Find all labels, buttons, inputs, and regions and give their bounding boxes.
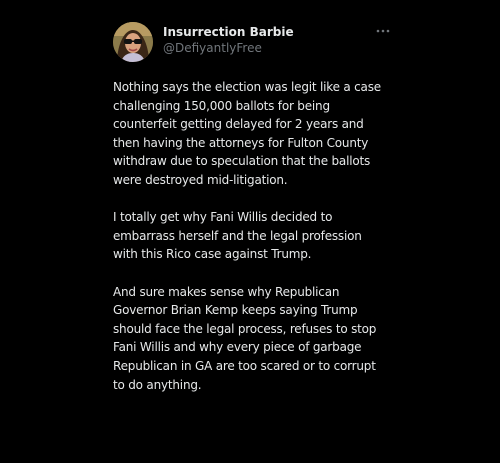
tweet-paragraph: And sure makes sense why Republican Gove… (113, 283, 395, 395)
text-line: Governor Brian Kemp keeps saying Trump (113, 303, 358, 318)
display-name[interactable]: Insurrection Barbie (163, 24, 294, 40)
text-line: withdraw due to speculation that the bal… (113, 154, 371, 169)
text-line: Fani Willis and why every piece of garba… (113, 340, 362, 355)
text-line: Nothing says the election was legit like… (113, 80, 381, 94)
text-line: I totally get why Fani Willis decided to (113, 210, 333, 225)
more-horizontal-icon (376, 29, 390, 33)
tweet-paragraph: I totally get why Fani Willis decided to… (113, 208, 395, 264)
tweet-header: Insurrection Barbie @DefiyantlyFree (113, 22, 395, 62)
more-options-button[interactable] (371, 22, 395, 40)
avatar[interactable] (113, 22, 153, 62)
handle[interactable]: @DefiyantlyFree (163, 40, 294, 56)
avatar-image (113, 22, 153, 62)
text-line: with this Rico case against Trump. (113, 247, 312, 262)
text-line: challenging 150,000 ballots for being (113, 98, 330, 113)
text-line: embarrass herself and the legal professi… (113, 228, 362, 243)
text-line: Republican in GA are too scared or to co… (113, 358, 376, 373)
tweet-paragraph: Nothing says the election was legit like… (113, 78, 395, 190)
author-info: Insurrection Barbie @DefiyantlyFree (163, 24, 294, 56)
tweet-text: Nothing says the election was legit like… (113, 78, 395, 413)
text-line: counterfeit getting delayed for 2 years … (113, 117, 364, 132)
text-line: should face the legal process, refuses t… (113, 321, 377, 336)
text-line: then having the attorneys for Fulton Cou… (113, 135, 369, 150)
text-line: And sure makes sense why Republican (113, 284, 340, 299)
text-line: were destroyed mid-litigation. (113, 172, 288, 187)
text-line: to do anything. (113, 377, 202, 392)
tweet-card[interactable]: Insurrection Barbie @DefiyantlyFree Noth… (100, 12, 400, 463)
